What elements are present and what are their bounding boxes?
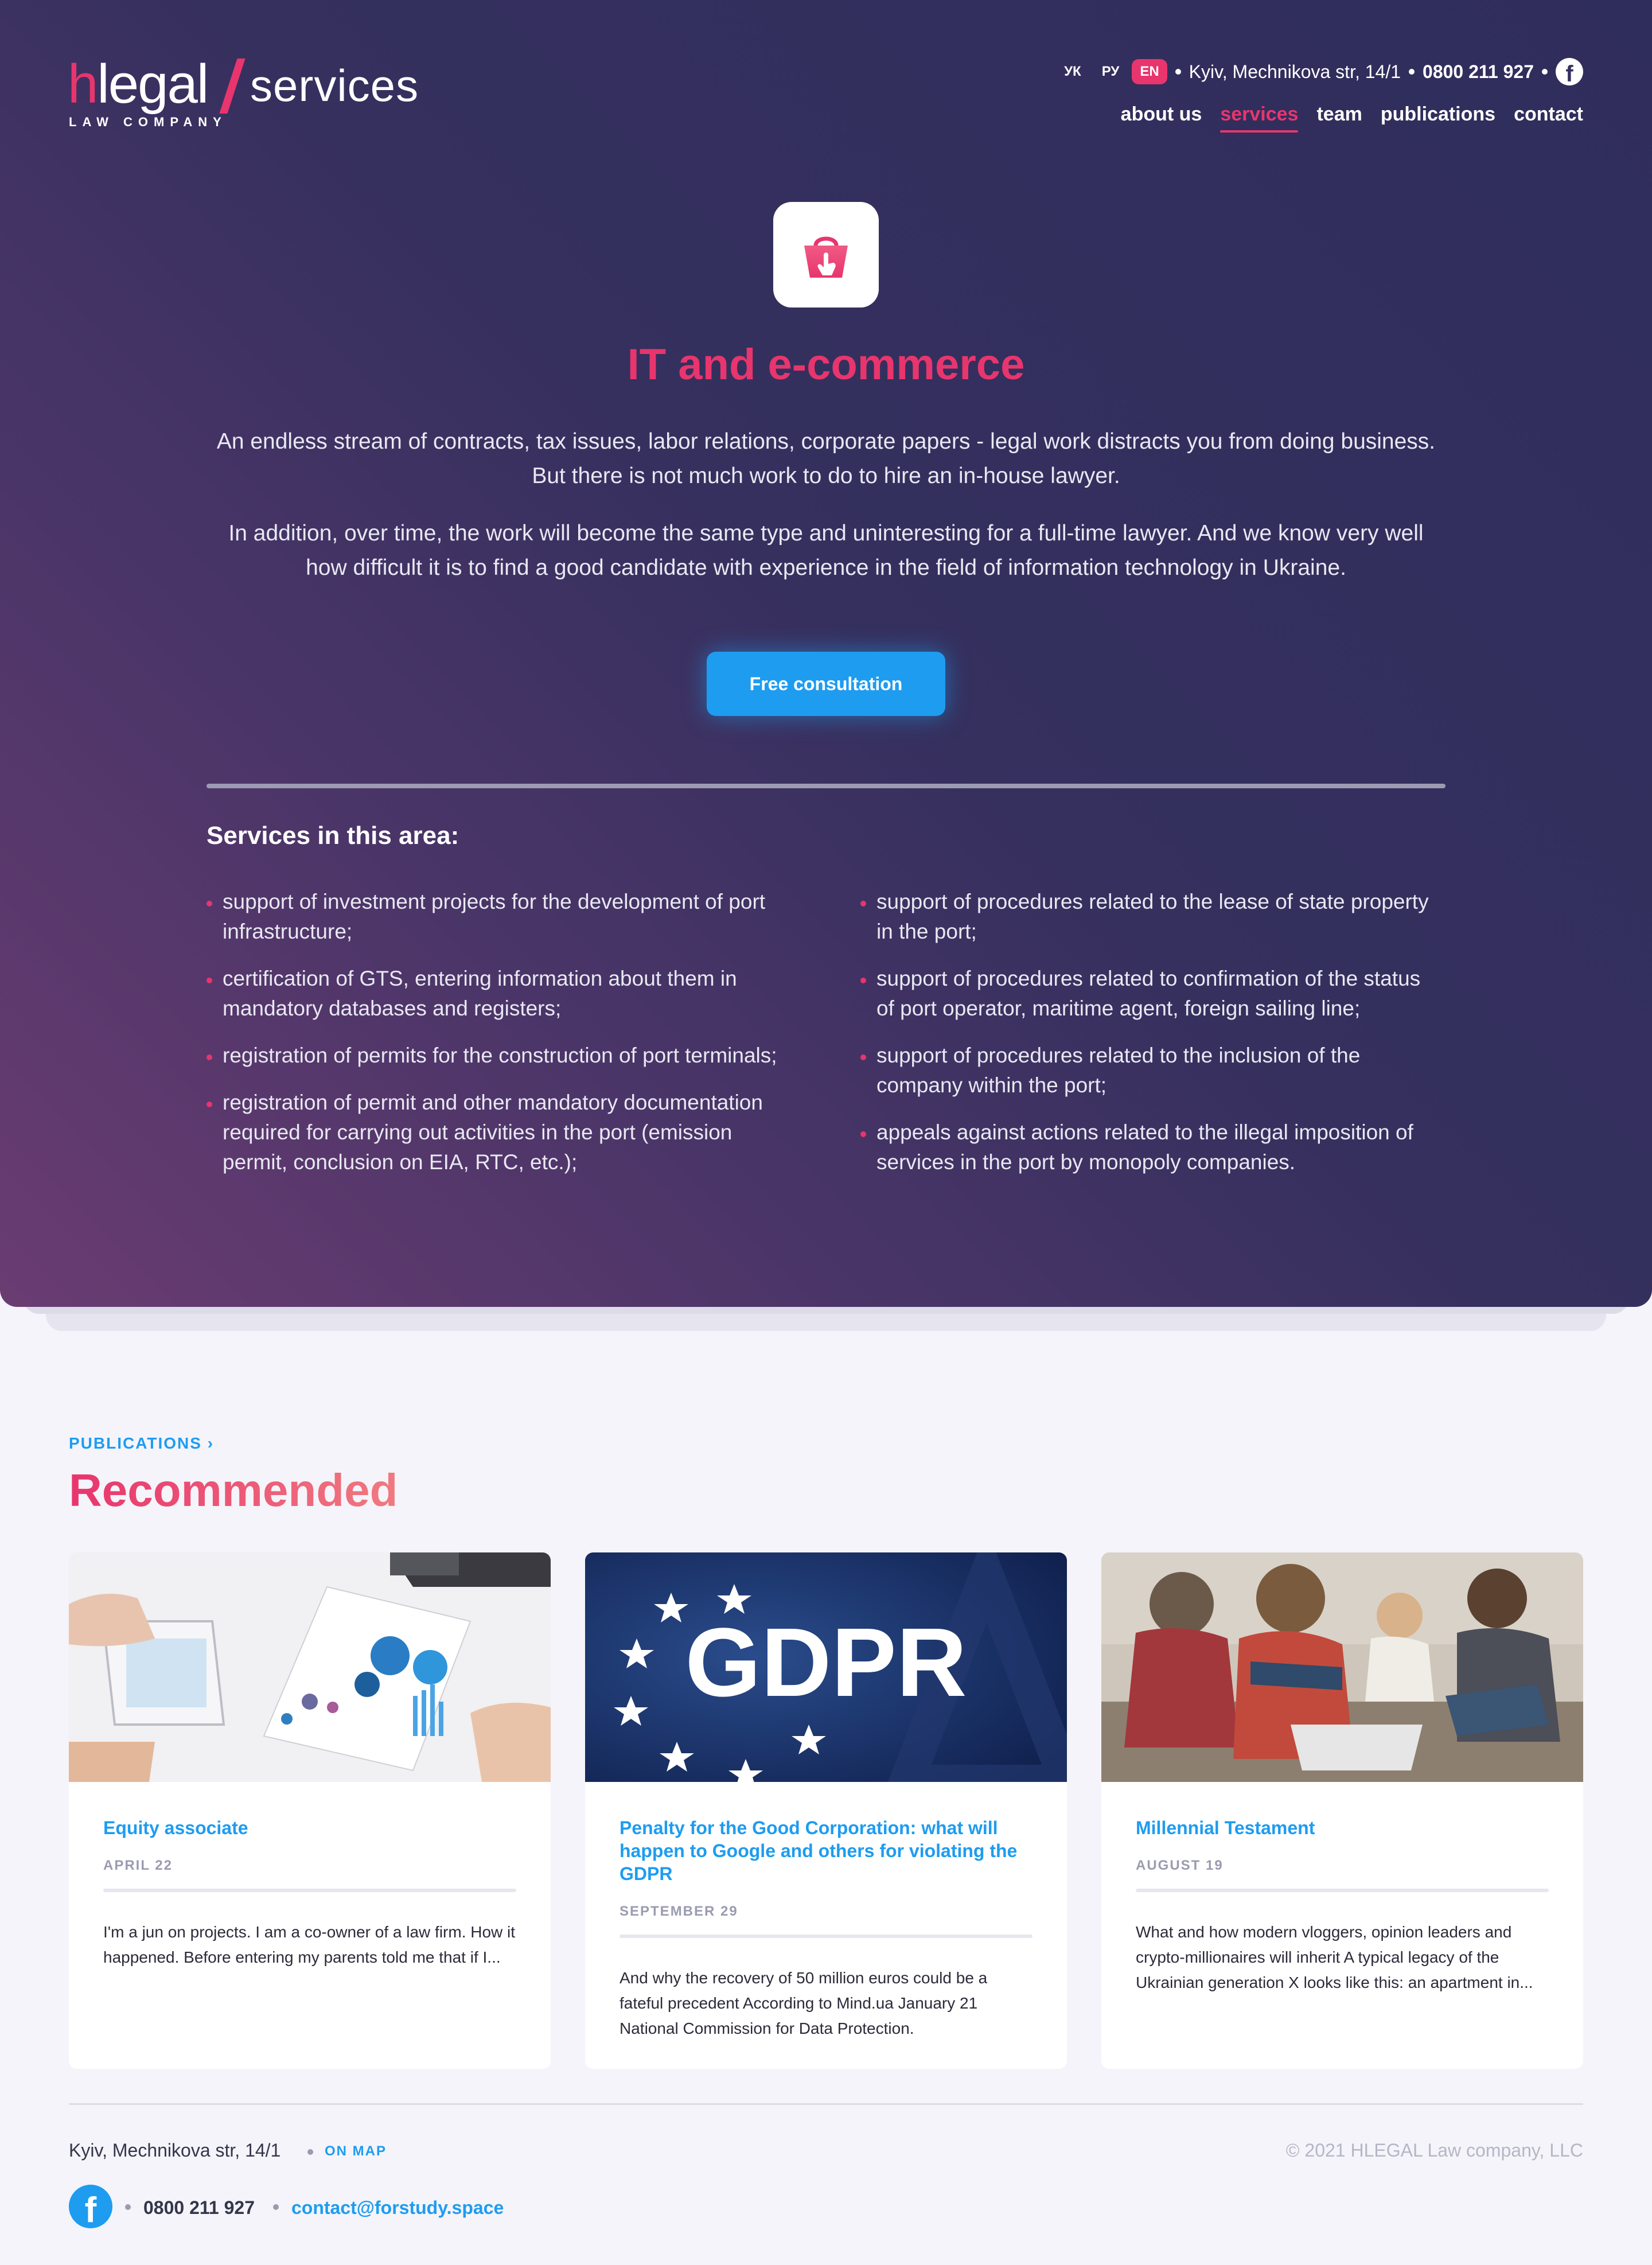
service-item: support of procedures related to the inc… (860, 1041, 1440, 1100)
service-item: support of investment projects for the d… (206, 887, 786, 947)
lang-uk[interactable]: УК (1056, 59, 1089, 84)
card-divider (103, 1889, 516, 1892)
card-date: APRIL 22 (103, 1858, 173, 1873)
logo-subtitle: LAW COMPANY (69, 115, 227, 129)
hero-section: hlegal services LAW COMPANY УК РУ EN Kyi… (0, 0, 1652, 1307)
publication-card[interactable]: Equity associate APRIL 22 I'm a jun on p… (69, 1552, 551, 2069)
separator-dot (307, 2149, 313, 2155)
on-map-link[interactable]: ON MAP (325, 2143, 387, 2159)
card-divider (1136, 1889, 1549, 1892)
section-divider (206, 784, 1446, 788)
service-item: support of procedures related to the lea… (860, 887, 1440, 947)
service-item: certification of GTS, entering informati… (206, 964, 786, 1023)
nav-services[interactable]: services (1220, 103, 1299, 133)
services-list-right: support of procedures related to the lea… (860, 887, 1440, 1194)
card-title[interactable]: Equity associate (103, 1816, 516, 1839)
card-title[interactable]: Penalty for the Good Corporation: what w… (620, 1816, 1032, 1885)
logo-slash (219, 59, 246, 114)
main-nav: about us services team publications cont… (1121, 103, 1583, 133)
separator-dot (273, 2204, 279, 2210)
publications-link-label: PUBLICATIONS (69, 1434, 202, 1452)
facebook-icon[interactable]: f (69, 2185, 112, 2228)
facebook-icon[interactable]: f (1556, 58, 1583, 85)
card-date: SEPTEMBER 29 (620, 1904, 738, 1919)
intro-paragraph-2: In addition, over time, the work will be… (228, 521, 1424, 580)
intro-paragraph-1: An endless stream of contracts, tax issu… (216, 429, 1436, 488)
logo-services: services (250, 60, 419, 111)
header-address: Kyiv, Mechnikova str, 14/1 (1189, 61, 1401, 82)
copyright: © 2021 HLEGAL Law company, LLC (1285, 2140, 1583, 2161)
service-item: support of procedures related to confirm… (860, 964, 1440, 1023)
card-title[interactable]: Millennial Testament (1136, 1816, 1549, 1839)
nav-publications[interactable]: publications (1381, 103, 1495, 133)
chevron-right-icon: › (207, 1434, 215, 1452)
publication-card[interactable]: Millennial Testament AUGUST 19 What and … (1101, 1552, 1583, 2069)
service-item: registration of permit and other mandato… (206, 1088, 786, 1177)
service-icon-tile (773, 202, 879, 308)
lang-en[interactable]: EN (1132, 59, 1167, 84)
logo-wordmark: hlegal (68, 53, 209, 116)
footer-phone[interactable]: 0800 211 927 (143, 2197, 255, 2219)
logo-legal: legal (97, 53, 209, 115)
separator-dot (1175, 69, 1181, 75)
separator-dot (125, 2204, 131, 2210)
separator-dot (1542, 69, 1548, 75)
nav-about-us[interactable]: about us (1121, 103, 1202, 133)
card-divider (620, 1935, 1032, 1938)
card-date: AUGUST 19 (1136, 1858, 1224, 1873)
free-consultation-button[interactable]: Free consultation (707, 652, 945, 716)
publication-card[interactable]: GDPR Penalty for the Good Corporation: w… (585, 1552, 1067, 2069)
business-documents-photo (69, 1552, 551, 1782)
top-bar: УК РУ EN Kyiv, Mechnikova str, 14/1 0800… (1051, 57, 1583, 86)
header-phone[interactable]: 0800 211 927 (1423, 61, 1534, 83)
card-excerpt: What and how modern vloggers, opinion le… (1136, 1923, 1533, 1991)
nav-contact[interactable]: contact (1514, 103, 1583, 133)
service-item: appeals against actions related to the i… (860, 1118, 1440, 1177)
card-excerpt: And why the recovery of 50 million euros… (620, 1969, 988, 2037)
publications-link[interactable]: PUBLICATIONS › (69, 1434, 214, 1453)
footer-email[interactable]: contact@forstudy.space (291, 2197, 504, 2219)
card-excerpt: I'm a jun on projects. I am a co-owner o… (103, 1923, 516, 1966)
young-people-photo (1101, 1552, 1583, 1782)
footer-divider (69, 2103, 1583, 2105)
footer-address: Kyiv, Mechnikova str, 14/1 (69, 2140, 281, 2161)
services-heading: Services in this area: (206, 822, 459, 850)
nav-team[interactable]: team (1316, 103, 1362, 133)
page-title: IT and e-commerce (627, 340, 1025, 389)
gdpr-banner: GDPR (585, 1552, 1067, 1782)
recommended-heading: Recommended (69, 1465, 398, 1516)
gdpr-text: GDPR (685, 1608, 967, 1717)
shopping-bag-icon (804, 236, 848, 278)
logo-h: h (68, 53, 98, 115)
separator-dot (1409, 69, 1415, 75)
service-item: registration of permits for the construc… (206, 1041, 786, 1071)
lang-ru[interactable]: РУ (1094, 59, 1128, 84)
services-list-left: support of investment projects for the d… (206, 887, 786, 1194)
